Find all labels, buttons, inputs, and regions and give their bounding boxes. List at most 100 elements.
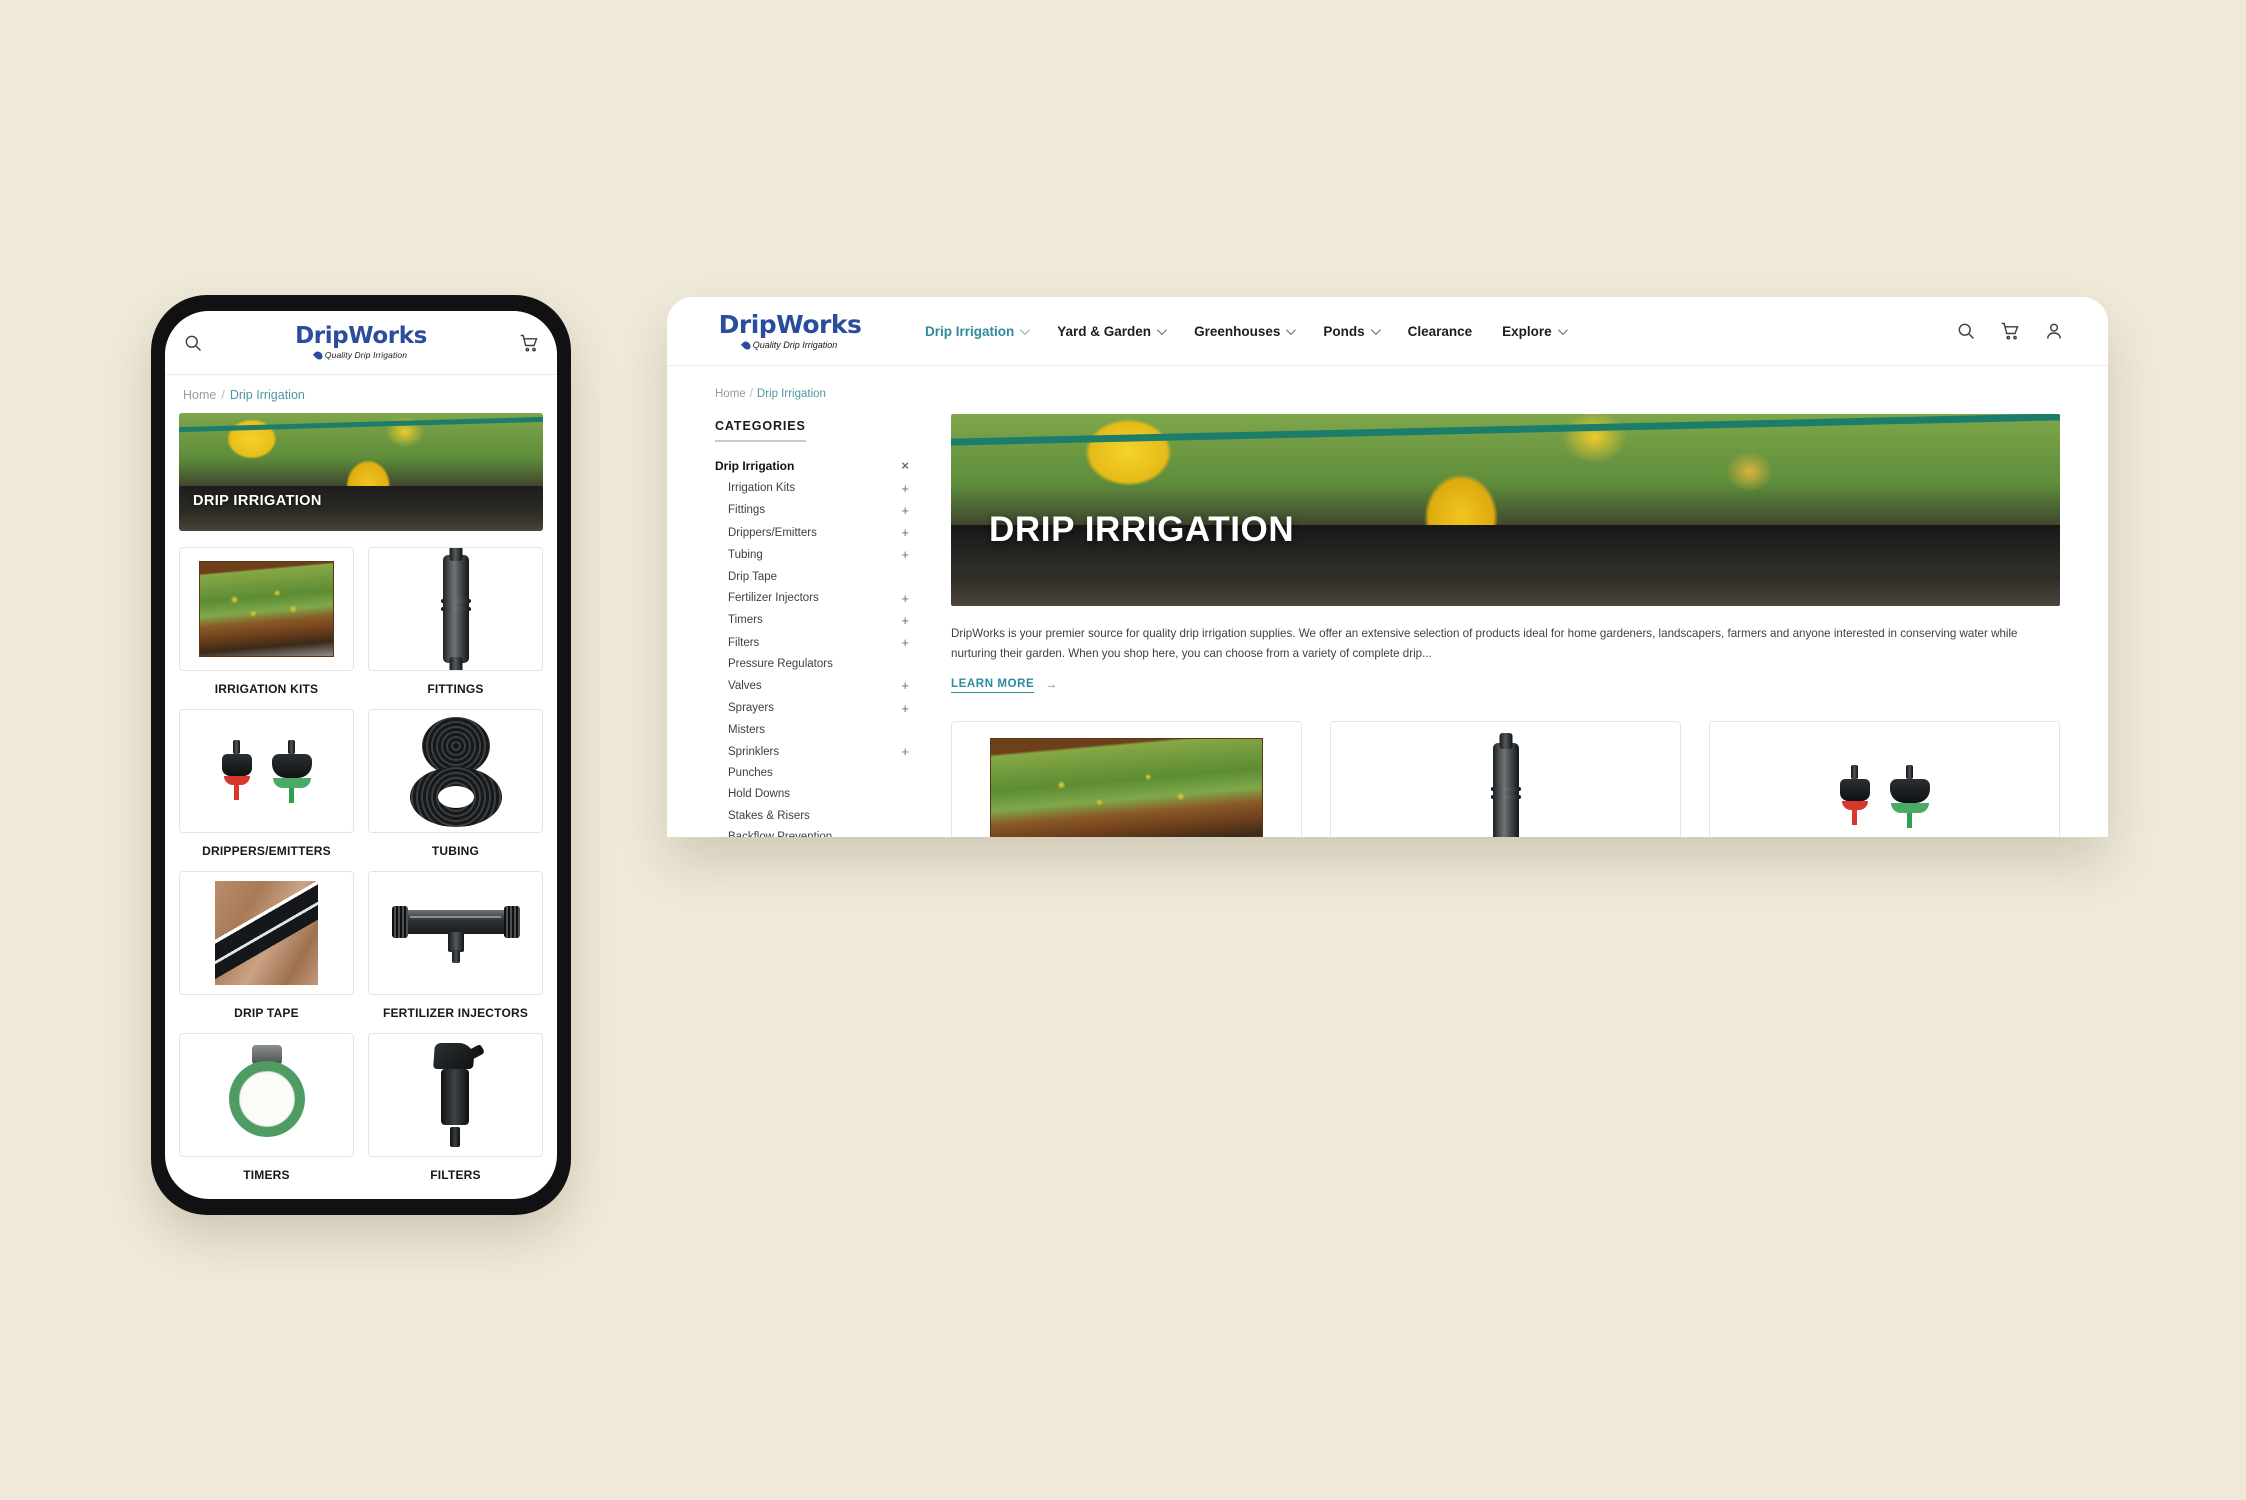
- category-thumbnail: [368, 871, 543, 995]
- fertilizer-injector-image: [391, 902, 520, 964]
- sidebar-item-misters[interactable]: Misters: [715, 719, 925, 740]
- coupling-fitting-image: [1490, 742, 1521, 837]
- sidebar-item-label: Sprinklers: [728, 745, 780, 758]
- sidebar-item-tubing[interactable]: Tubing +: [715, 544, 925, 566]
- category-thumbnail: [951, 720, 1302, 837]
- sidebar-item-punches[interactable]: Punches: [715, 763, 925, 784]
- sidebar-item-sprinklers[interactable]: Sprinklers +: [715, 740, 925, 762]
- nav-item-clearance[interactable]: Clearance: [1408, 324, 1473, 339]
- cart-icon[interactable]: [2000, 321, 2020, 341]
- category-label: FITTINGS: [427, 682, 484, 696]
- nav-item-explore[interactable]: Explore: [1502, 323, 1568, 339]
- sidebar-item-drip-tape[interactable]: Drip Tape: [715, 566, 925, 587]
- expand-plus-icon[interactable]: +: [901, 482, 909, 495]
- breadcrumb-separator: /: [749, 388, 753, 400]
- sidebar-item-label: Valves: [728, 679, 762, 692]
- sidebar-item-valves[interactable]: Valves +: [715, 675, 925, 697]
- nav-item-yard-and-garden[interactable]: Yard & Garden: [1057, 323, 1167, 339]
- cart-icon[interactable]: [519, 333, 539, 353]
- sidebar-heading: CATEGORIES: [715, 419, 806, 442]
- hose-timer-image: [221, 1045, 313, 1145]
- breadcrumb-current[interactable]: Drip Irrigation: [757, 388, 826, 400]
- list-item[interactable]: DRIPPERS/EMITTERS: [179, 709, 354, 858]
- list-item[interactable]: DRIPPERS/EMITTERS: [1709, 720, 2060, 837]
- expand-plus-icon[interactable]: +: [901, 745, 909, 758]
- list-item[interactable]: FERTILIZER INJECTORS: [368, 871, 543, 1020]
- search-icon[interactable]: [183, 333, 203, 353]
- sidebar-item-label: Tubing: [728, 548, 763, 561]
- nav-label: Drip Irrigation: [925, 323, 1015, 339]
- category-label: DRIPPERS/EMITTERS: [202, 844, 331, 858]
- logo-tagline: Quality Drip Irrigation: [752, 340, 838, 350]
- expand-plus-icon[interactable]: +: [901, 614, 909, 627]
- expand-plus-icon[interactable]: +: [901, 592, 909, 605]
- list-item[interactable]: FITTINGS: [368, 547, 543, 696]
- list-item[interactable]: TIMERS: [179, 1033, 354, 1182]
- drip-tape-image: [214, 880, 319, 986]
- nav-item-drip-irrigation[interactable]: Drip Irrigation: [925, 323, 1031, 339]
- sidebar-item-irrigation-kits[interactable]: Irrigation Kits +: [715, 477, 925, 499]
- list-item[interactable]: DRIP TAPE: [179, 871, 354, 1020]
- category-thumbnail: [368, 547, 543, 671]
- sidebar-item-timers[interactable]: Timers +: [715, 609, 925, 631]
- category-thumbnail: [1330, 720, 1681, 837]
- expand-plus-icon[interactable]: +: [901, 702, 909, 715]
- sidebar-item-sprayers[interactable]: Sprayers +: [715, 697, 925, 719]
- sidebar-item-label: Fertilizer Injectors: [728, 592, 819, 605]
- sidebar-item-hold-downs[interactable]: Hold Downs: [715, 784, 925, 805]
- logo-wordmark: DripWorks: [295, 323, 427, 349]
- sidebar-item-fertilizer-injectors[interactable]: Fertilizer Injectors +: [715, 587, 925, 609]
- sidebar-item-label: Backflow Prevention: [728, 830, 833, 837]
- category-label: TUBING: [431, 844, 480, 858]
- breadcrumb-home[interactable]: Home: [715, 388, 746, 400]
- sidebar-item-label: Misters: [728, 723, 766, 736]
- sidebar-item-drippers-emitters[interactable]: Drippers/Emitters +: [715, 522, 925, 544]
- desktop-breadcrumb: Home / Drip Irrigation: [715, 388, 925, 400]
- list-item[interactable]: FITTINGS: [1330, 720, 1681, 837]
- learn-more-link[interactable]: LEARN MORE →: [951, 678, 1057, 693]
- breadcrumb-current[interactable]: Drip Irrigation: [230, 388, 305, 402]
- category-label: FERTILIZER INJECTORS: [382, 1006, 529, 1020]
- sidebar-item-filters[interactable]: Filters +: [715, 632, 925, 654]
- logo-wordmark: DripWorks: [718, 310, 862, 339]
- sidebar-item-backflow-prevention[interactable]: Backflow Prevention: [715, 826, 925, 837]
- sidebar-item-pressure-regulators[interactable]: Pressure Regulators: [715, 654, 925, 675]
- raised-garden-bed-image: [990, 738, 1263, 837]
- expand-plus-icon[interactable]: +: [901, 504, 909, 517]
- category-thumbnail: [1709, 720, 2060, 837]
- close-icon[interactable]: ×: [901, 459, 909, 472]
- desktop-browser-mockup: DripWorks Quality Drip Irrigation Drip I…: [667, 297, 2108, 837]
- nav-item-greenhouses[interactable]: Greenhouses: [1194, 324, 1297, 339]
- nav-label: Yard & Garden: [1057, 323, 1152, 339]
- expand-plus-icon[interactable]: +: [901, 636, 909, 649]
- coiled-tubing-image: [408, 715, 504, 827]
- sidebar-item-label: Irrigation Kits: [728, 482, 796, 495]
- desktop-header: DripWorks Quality Drip Irrigation Drip I…: [667, 297, 2108, 366]
- search-icon[interactable]: [1956, 321, 1976, 341]
- account-icon[interactable]: [2044, 321, 2064, 341]
- sidebar-item-fittings[interactable]: Fittings +: [715, 499, 925, 521]
- list-item[interactable]: IRRIGATION KITS: [951, 720, 1302, 837]
- sidebar-item-drip-irrigation[interactable]: Drip Irrigation ×: [715, 454, 925, 477]
- nav-label: Ponds: [1323, 323, 1365, 339]
- sidebar-item-label: Fittings: [728, 504, 766, 517]
- nav-label: Explore: [1502, 323, 1552, 339]
- list-item[interactable]: FILTERS: [368, 1033, 543, 1182]
- expand-plus-icon[interactable]: +: [901, 548, 909, 561]
- expand-plus-icon[interactable]: +: [901, 679, 909, 692]
- mobile-logo[interactable]: DripWorks Quality Drip Irrigation: [295, 323, 427, 361]
- nav-item-ponds[interactable]: Ponds: [1323, 323, 1381, 339]
- list-item[interactable]: TUBING: [368, 709, 543, 858]
- desktop-logo[interactable]: DripWorks Quality Drip Irrigation: [715, 310, 865, 351]
- raised-garden-bed-image: [199, 561, 334, 657]
- mobile-hero-banner: DRIP IRRIGATION: [179, 413, 543, 531]
- category-label: TIMERS: [243, 1168, 290, 1182]
- category-label: DRIP TAPE: [234, 1006, 299, 1020]
- breadcrumb-home[interactable]: Home: [183, 388, 216, 402]
- category-description: DripWorks is your premier source for qua…: [951, 627, 2018, 660]
- logo-tagline: Quality Drip Irrigation: [324, 350, 408, 360]
- sidebar-item-label: Timers: [728, 614, 763, 627]
- expand-plus-icon[interactable]: +: [901, 526, 909, 539]
- sidebar-item-stakes-and-risers[interactable]: Stakes & Risers: [715, 805, 925, 826]
- list-item[interactable]: IRRIGATION KITS: [179, 547, 354, 696]
